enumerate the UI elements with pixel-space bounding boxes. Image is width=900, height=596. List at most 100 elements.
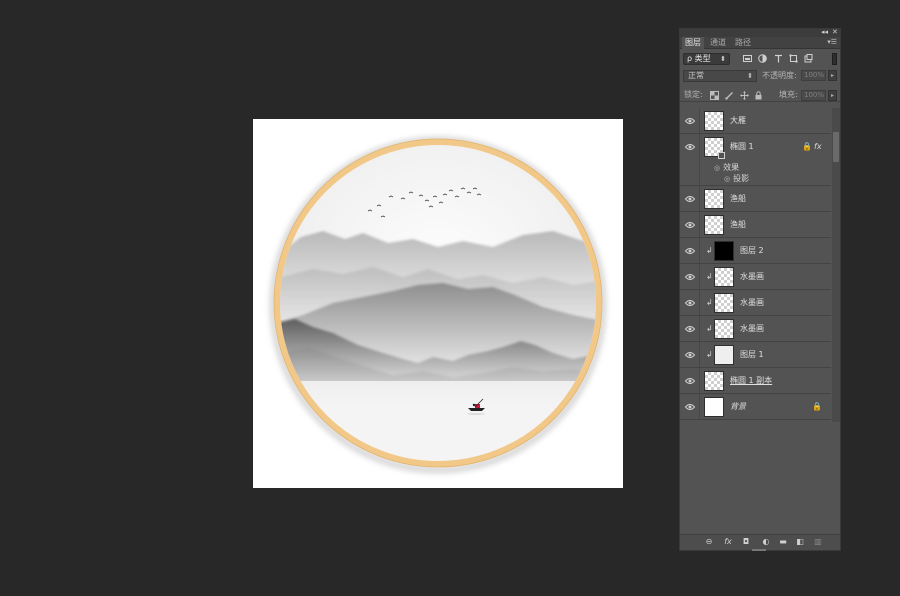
layer-row[interactable]: 渔船 (680, 186, 831, 212)
adjustment-layer-icon[interactable]: ◐ (761, 537, 771, 547)
clipping-mask-icon: ↲ (706, 324, 713, 333)
layer-name[interactable]: 水墨画 (740, 271, 764, 283)
panel-menu-icon[interactable]: ▾☰ (827, 38, 837, 47)
layer-thumbnail (714, 345, 734, 365)
layer-filter-row: ρ 类型 ⬍ (680, 51, 840, 68)
layer-name[interactable]: 椭圆 1 (730, 141, 754, 153)
visibility-eye-icon[interactable] (685, 143, 695, 151)
document-canvas[interactable] (253, 119, 623, 488)
add-mask-icon[interactable]: ◘ (741, 537, 751, 547)
layer-row[interactable]: ↲ 水墨画 (680, 316, 831, 342)
layer-thumbnail (714, 319, 734, 339)
type-filter-icon[interactable] (774, 54, 783, 63)
adjustment-filter-icon[interactable] (758, 54, 767, 63)
search-icon: ρ (687, 54, 693, 63)
fill-input[interactable]: 100% (801, 90, 826, 101)
visibility-eye-icon[interactable] (685, 273, 695, 281)
group-folder-icon[interactable]: ▬ (778, 537, 788, 547)
lock-image-pixels-icon[interactable] (725, 91, 734, 100)
close-panel-icon[interactable]: ✕ (832, 28, 838, 37)
vector-mask-icon (718, 152, 725, 159)
dropdown-caret-icon: ⬍ (747, 72, 753, 80)
fill-label: 填充: (779, 90, 798, 99)
link-layers-icon[interactable]: ⊖ (704, 537, 714, 547)
layer-row[interactable]: ↲ 水墨画 (680, 290, 831, 316)
layer-row[interactable]: 大雁 (680, 108, 831, 134)
layer-row[interactable]: ↲ 图层 1 (680, 342, 831, 368)
dropdown-caret-icon: ⬍ (720, 55, 726, 63)
lock-transparency-icon[interactable] (710, 91, 719, 100)
layer-name[interactable]: 背景 (730, 401, 746, 413)
panel-resize-grip[interactable] (752, 549, 766, 551)
layer-thumbnail (704, 189, 724, 209)
visibility-eye-icon[interactable] (685, 351, 695, 359)
panel-tabs: 图层 通道 路径 ▾☰ (680, 37, 840, 49)
filter-kind-select[interactable]: ρ 类型 ⬍ (683, 53, 730, 65)
layer-name[interactable]: 椭圆 1 副本 (730, 375, 772, 387)
lock-all-icon[interactable] (754, 91, 763, 100)
layer-thumbnail (714, 267, 734, 287)
fill-slider-toggle-icon[interactable]: ▸ (828, 90, 837, 101)
layer-row[interactable]: ↲ 图层 2 (680, 238, 831, 264)
effects-label: 效果 (723, 163, 740, 172)
opacity-slider-toggle-icon[interactable]: ▸ (828, 70, 837, 81)
layer-name[interactable]: 渔船 (730, 219, 746, 231)
layer-row[interactable]: ↲ 水墨画 (680, 264, 831, 290)
fx-icon[interactable]: fx (723, 537, 733, 547)
layer-row[interactable]: 椭圆 1 🔒 fx ◎ 效果 ◎ 投影 (680, 134, 831, 186)
visibility-eye-icon[interactable] (685, 377, 695, 385)
layer-row[interactable]: 椭圆 1 副本 (680, 368, 831, 394)
layers-bottom-toolbar: ⊖ fx ◘ ◐ ▬ ◧ ▥ (680, 534, 840, 551)
effect-visibility-eye-icon[interactable]: ◎ (724, 174, 730, 185)
lock-position-icon[interactable] (740, 91, 749, 100)
layer-name[interactable]: 图层 1 (740, 349, 764, 361)
tab-paths[interactable]: 路径 (732, 37, 754, 49)
layer-name[interactable]: 大雁 (730, 115, 746, 127)
filter-toggle-switch[interactable] (832, 53, 837, 65)
collapse-panel-icon[interactable]: ◂◂ (821, 28, 828, 37)
clipping-mask-icon: ↲ (706, 350, 713, 359)
layer-thumbnail (714, 293, 734, 313)
opacity-label: 不透明度: (762, 71, 797, 80)
layer-thumbnail (704, 111, 724, 131)
layer-thumbnail (704, 371, 724, 391)
smart-object-filter-icon[interactable] (804, 54, 813, 63)
visibility-eye-icon[interactable] (685, 325, 695, 333)
layer-thumbnail (704, 397, 724, 417)
visibility-eye-icon[interactable] (685, 403, 695, 411)
scrollbar-thumb[interactable] (833, 132, 839, 162)
panel-title-bar[interactable]: ◂◂ ✕ (680, 28, 840, 37)
effect-item[interactable]: ◎ 投影 (724, 173, 749, 185)
layer-thumbnail (714, 241, 734, 261)
layer-name[interactable]: 渔船 (730, 193, 746, 205)
blend-opacity-row: 正常 ⬍ 不透明度: 100% ▸ (680, 70, 840, 84)
visibility-eye-icon[interactable] (685, 299, 695, 307)
layer-name[interactable]: 水墨画 (740, 297, 764, 309)
blend-mode-value: 正常 (688, 71, 704, 80)
layers-scrollbar[interactable] (832, 108, 840, 422)
layer-row[interactable]: 渔船 (680, 212, 831, 238)
visibility-eye-icon[interactable] (685, 247, 695, 255)
layer-row[interactable]: 背景 🔒 (680, 394, 831, 420)
visibility-eye-icon[interactable] (685, 221, 695, 229)
layers-list: 大雁 椭圆 1 🔒 fx ◎ 效果 ◎ 投影 渔船 渔船 ↲ 图层 2 ↲ 水墨… (680, 108, 831, 422)
tab-layers[interactable]: 图层 (682, 37, 704, 49)
layers-panel: ◂◂ ✕ 图层 通道 路径 ▾☰ ρ 类型 ⬍ 正常 ⬍ 不透明度: 100% … (679, 28, 841, 551)
new-layer-icon[interactable]: ◧ (795, 537, 805, 547)
opacity-input[interactable]: 100% (801, 70, 826, 81)
layer-name[interactable]: 图层 2 (740, 245, 764, 257)
tab-channels[interactable]: 通道 (707, 37, 729, 49)
lock-label: 锁定: (684, 90, 703, 99)
effect-visibility-eye-icon[interactable]: ◎ (714, 163, 720, 174)
image-filter-icon[interactable] (743, 54, 752, 63)
clipping-mask-icon: ↲ (706, 298, 713, 307)
lock-icon: 🔒 (812, 402, 822, 411)
fx-icon[interactable]: fx (814, 141, 822, 153)
blend-mode-select[interactable]: 正常 ⬍ (683, 70, 757, 82)
landscape-group (280, 145, 596, 461)
layer-name[interactable]: 水墨画 (740, 323, 764, 335)
delete-layer-icon[interactable]: ▥ (813, 537, 823, 547)
visibility-eye-icon[interactable] (685, 195, 695, 203)
shape-filter-icon[interactable] (789, 54, 798, 63)
visibility-eye-icon[interactable] (685, 117, 695, 125)
